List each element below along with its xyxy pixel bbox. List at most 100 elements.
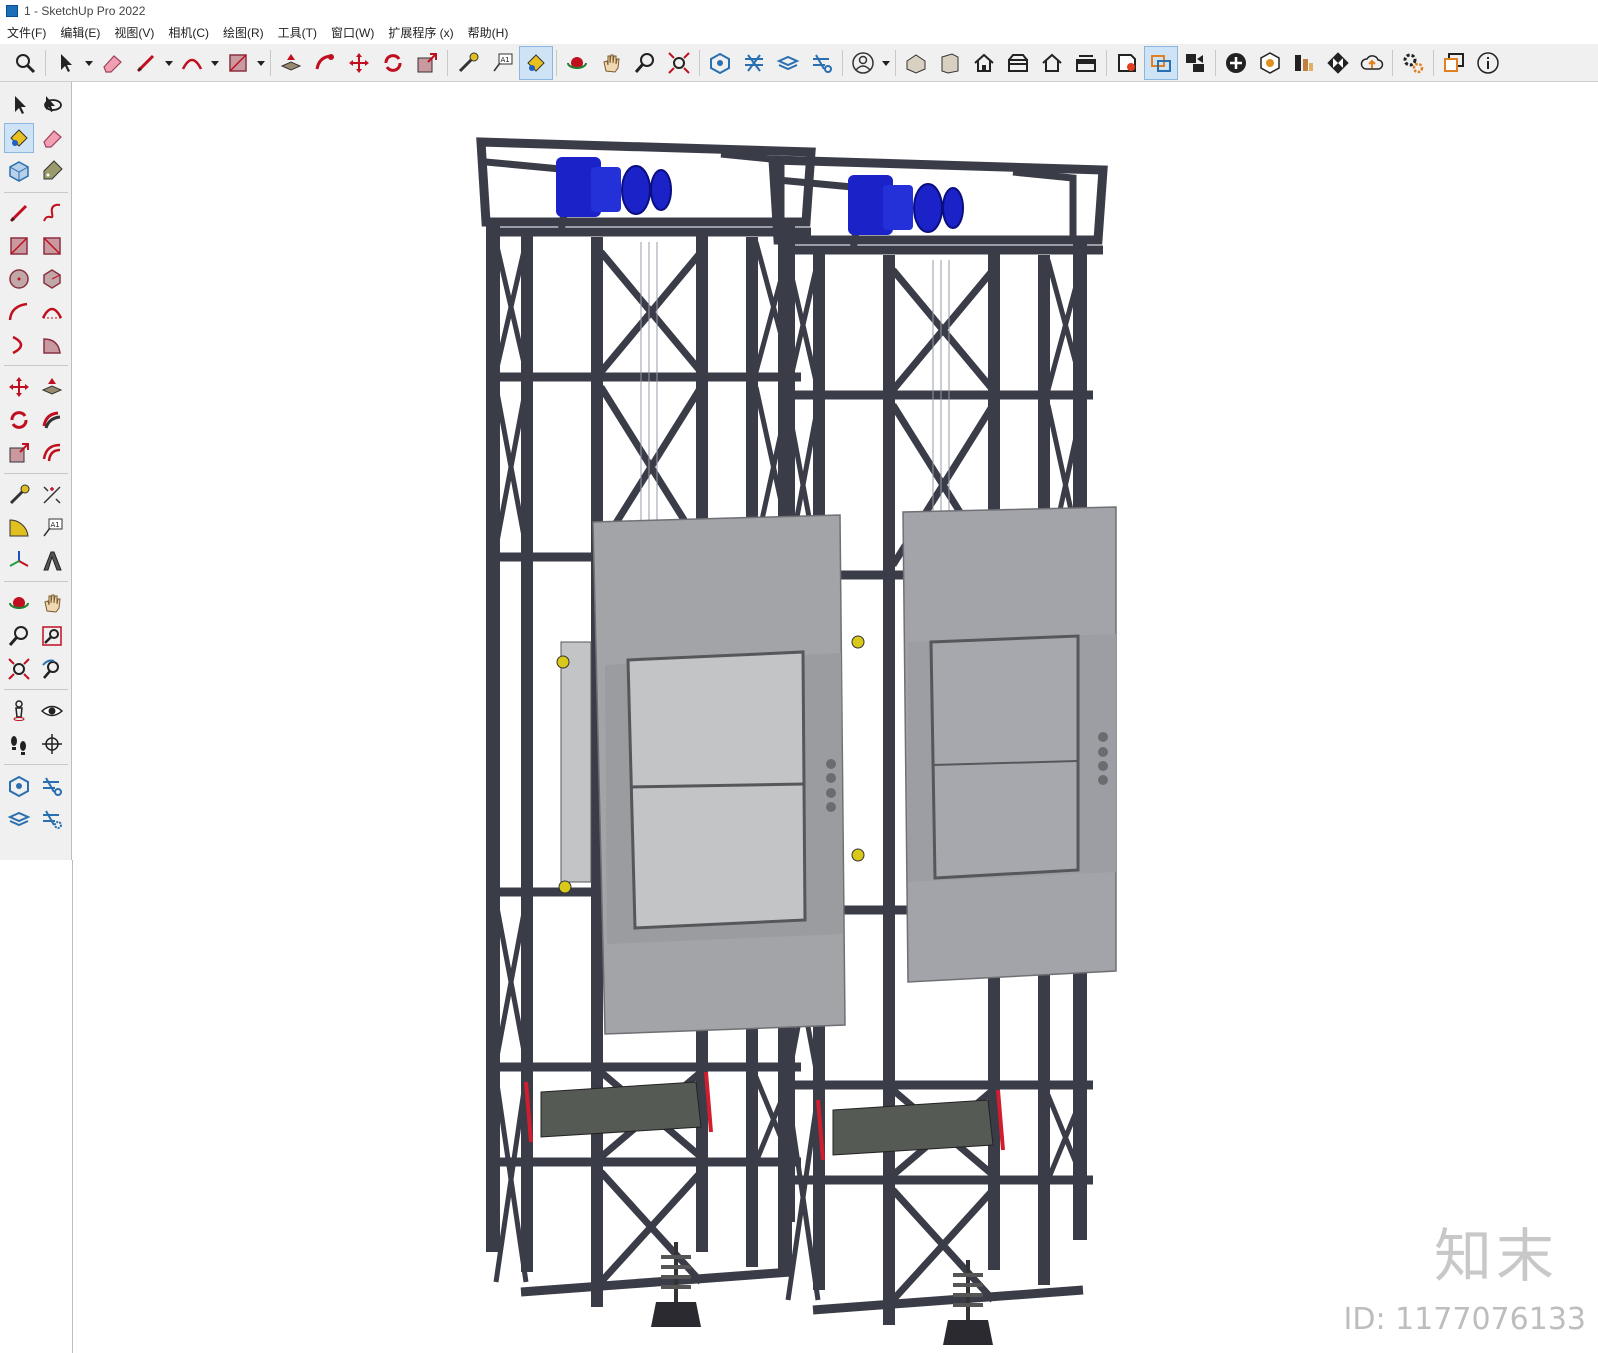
pan-icon[interactable] [37, 588, 67, 618]
fog-icon[interactable] [1287, 46, 1321, 80]
styles-icon[interactable] [1110, 46, 1144, 80]
layout-send-icon[interactable] [771, 46, 805, 80]
menu-window[interactable]: 窗口(W) [324, 24, 381, 41]
zoom-extents-icon[interactable] [662, 46, 696, 80]
menu-camera[interactable]: 相机(C) [161, 24, 216, 41]
left-view-icon[interactable] [1069, 46, 1103, 80]
text-tool-icon[interactable]: A1 [485, 46, 519, 80]
scale-tool-icon[interactable] [410, 46, 444, 80]
lasso-select-icon[interactable] [37, 90, 67, 120]
three-point-arc-icon[interactable] [4, 330, 34, 360]
freehand-tool-icon[interactable] [37, 198, 67, 228]
search-icon[interactable] [8, 46, 42, 80]
rectangle-tool-icon[interactable] [221, 46, 255, 80]
follow-me-tool-icon[interactable] [37, 405, 67, 435]
select-tool-icon[interactable] [49, 46, 83, 80]
pan-hand-icon[interactable] [594, 46, 628, 80]
3d-warehouse-icon[interactable] [4, 771, 34, 801]
layout-icon[interactable] [4, 804, 34, 834]
right-view-icon[interactable] [1001, 46, 1035, 80]
iso-view-icon[interactable] [899, 46, 933, 80]
tag-tool-icon[interactable] [37, 156, 67, 186]
chevron-down-icon[interactable] [83, 46, 95, 80]
follow-me-icon[interactable] [308, 46, 342, 80]
menu-tools[interactable]: 工具(T) [271, 24, 324, 41]
select-arrow-icon[interactable] [4, 90, 34, 120]
protractor-tool-icon[interactable] [4, 513, 34, 543]
extension-warehouse-tool-icon[interactable] [37, 771, 67, 801]
zoom-window-icon[interactable] [37, 621, 67, 651]
add-location-icon[interactable] [1219, 46, 1253, 80]
eraser-icon[interactable] [37, 123, 67, 153]
eraser-tool-icon[interactable] [95, 46, 129, 80]
user-account-icon[interactable] [846, 46, 880, 80]
preferences-gear-icon[interactable] [1396, 46, 1430, 80]
chevron-down-icon[interactable] [255, 46, 267, 80]
two-point-arc-icon[interactable] [37, 297, 67, 327]
polygon-tool-icon[interactable] [37, 264, 67, 294]
paint-bucket-icon[interactable] [519, 45, 553, 80]
rotate-icon[interactable] [4, 405, 34, 435]
orbit-icon[interactable] [4, 588, 34, 618]
move-tool-icon[interactable] [342, 46, 376, 80]
circle-tool-icon[interactable] [4, 264, 34, 294]
scenes-icon[interactable] [1144, 45, 1178, 80]
front-view-icon[interactable] [967, 46, 1001, 80]
info-icon[interactable] [1471, 46, 1505, 80]
scale-icon[interactable] [4, 438, 34, 468]
extension-warehouse-icon[interactable] [737, 46, 771, 80]
position-camera-icon[interactable] [4, 696, 34, 726]
menu-draw[interactable]: 绘图(R) [216, 24, 271, 41]
rectangle-draw-icon[interactable] [4, 231, 34, 261]
animation-icon[interactable] [1178, 46, 1212, 80]
toolbar-separator [556, 49, 557, 76]
arc-draw-icon[interactable] [4, 297, 34, 327]
zoom-icon[interactable] [4, 621, 34, 651]
orbit-tool-icon[interactable] [560, 46, 594, 80]
text-label-icon[interactable]: A1 [37, 513, 67, 543]
previous-view-icon[interactable] [37, 654, 67, 684]
zoom-tool-icon[interactable] [628, 46, 662, 80]
toolbar-separator [1433, 49, 1434, 76]
menu-extensions[interactable]: 扩展程序 (x) [381, 24, 460, 41]
tape-measure-tool-icon[interactable] [4, 480, 34, 510]
extension-manager-icon[interactable] [805, 46, 839, 80]
shadows-icon[interactable] [1253, 46, 1287, 80]
back-view-icon[interactable] [1035, 46, 1069, 80]
chevron-down-icon[interactable] [163, 46, 175, 80]
chevron-down-icon[interactable] [880, 46, 892, 80]
tape-measure-icon[interactable] [451, 46, 485, 80]
push-pull-icon[interactable] [274, 46, 308, 80]
menu-help[interactable]: 帮助(H) [461, 24, 516, 41]
menu-view[interactable]: 视图(V) [107, 24, 161, 41]
cloud-upload-icon[interactable] [1355, 46, 1389, 80]
rotated-rectangle-icon[interactable] [37, 231, 67, 261]
make-component-icon[interactable] [4, 156, 34, 186]
extension-manager-tool-icon[interactable] [37, 804, 67, 834]
main-toolbar: A1 [0, 44, 1598, 82]
look-around-eye-icon[interactable] [37, 696, 67, 726]
texture-checker-icon[interactable] [1321, 46, 1355, 80]
chevron-down-icon[interactable] [209, 46, 221, 80]
arc-tool-icon[interactable] [175, 46, 209, 80]
paint-bucket-tool-icon[interactable] [4, 123, 34, 153]
dimension-tool-icon[interactable] [37, 480, 67, 510]
instructor-panel-icon[interactable] [1437, 46, 1471, 80]
rotate-tool-icon[interactable] [376, 46, 410, 80]
model-viewport[interactable]: 知末 ID: 1177076133 [73, 82, 1598, 1353]
section-plane-icon[interactable] [37, 729, 67, 759]
line-tool-icon[interactable] [4, 198, 34, 228]
axes-tool-icon[interactable] [4, 546, 34, 576]
3d-text-icon[interactable] [37, 546, 67, 576]
push-pull-tool-icon[interactable] [37, 372, 67, 402]
menu-edit[interactable]: 编辑(E) [53, 24, 107, 41]
pencil-line-tool-icon[interactable] [129, 46, 163, 80]
move-icon[interactable] [4, 372, 34, 402]
menu-file[interactable]: 文件(F) [0, 24, 53, 41]
walk-footprints-icon[interactable] [4, 729, 34, 759]
warehouse-icon[interactable] [703, 46, 737, 80]
zoom-extents-tool-icon[interactable] [4, 654, 34, 684]
top-view-icon[interactable] [933, 46, 967, 80]
pie-tool-icon[interactable] [37, 330, 67, 360]
offset-tool-icon[interactable] [37, 438, 67, 468]
